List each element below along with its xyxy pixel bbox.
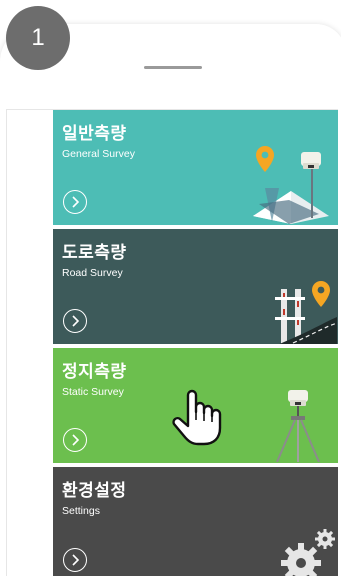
card-title-ko: 일반측량 bbox=[62, 124, 127, 144]
menu-card-road-survey[interactable]: 도로측량 Road Survey bbox=[53, 229, 338, 344]
card-title-en: Road Survey bbox=[62, 267, 123, 279]
gears-icon bbox=[281, 529, 335, 576]
menu-card-general-survey[interactable]: 일반측량 General Survey bbox=[53, 110, 338, 225]
step-number: 1 bbox=[31, 24, 45, 51]
road-pin-icon bbox=[275, 281, 337, 344]
hand-pointer-icon bbox=[172, 389, 222, 446]
card-title-en: General Survey bbox=[62, 148, 135, 160]
gps-receiver-map-pin-icon bbox=[253, 146, 329, 224]
app-screen: 일반측량 General Survey 도로측량 Road Survey 정지측… bbox=[6, 109, 338, 576]
card-title-ko: 도로측량 bbox=[62, 243, 127, 263]
drag-handle[interactable] bbox=[144, 66, 202, 69]
left-margin bbox=[7, 110, 53, 576]
go-arrow-button[interactable] bbox=[63, 428, 87, 452]
menu-card-settings[interactable]: 환경설정 Settings bbox=[53, 467, 338, 576]
card-title-ko: 정지측량 bbox=[62, 362, 127, 382]
card-title-en: Settings bbox=[62, 505, 100, 517]
step-number-badge: 1 bbox=[6, 6, 70, 70]
chevron-right-icon bbox=[72, 434, 80, 446]
go-arrow-button[interactable] bbox=[63, 548, 87, 572]
go-arrow-button[interactable] bbox=[63, 190, 87, 214]
chevron-right-icon bbox=[72, 315, 80, 327]
chevron-right-icon bbox=[72, 554, 80, 566]
card-title-en: Static Survey bbox=[62, 386, 124, 398]
chevron-right-icon bbox=[72, 196, 80, 208]
card-title-ko: 환경설정 bbox=[62, 481, 127, 501]
tripod-receiver-icon bbox=[276, 390, 320, 462]
go-arrow-button[interactable] bbox=[63, 309, 87, 333]
